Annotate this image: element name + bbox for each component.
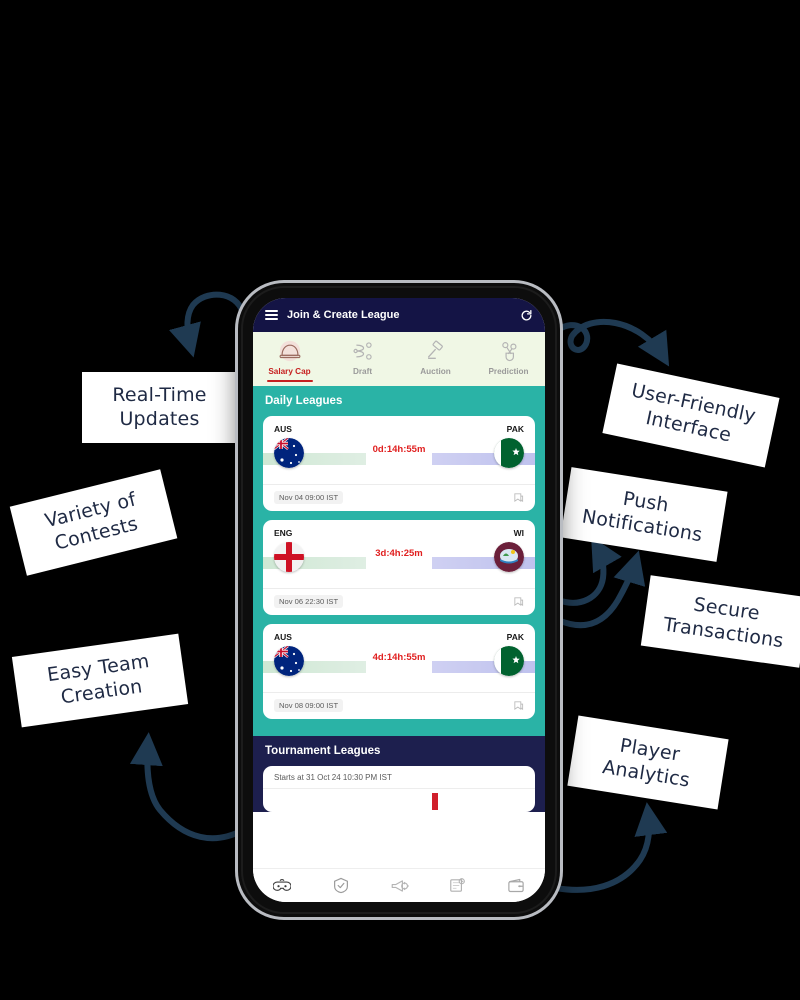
home-team: ENG: [274, 528, 336, 572]
match-datetime: Nov 04 09:00 IST: [274, 490, 344, 504]
match-card[interactable]: AUS: [263, 415, 535, 511]
match-footer: Nov 06 22:30 IST: [263, 587, 535, 615]
callout-easy-team-creation: Easy Team Creation: [11, 633, 189, 727]
match-card[interactable]: ENG 3d:4h:25m WI Nov 06 22:30 IST: [263, 519, 535, 615]
australia-flag: [274, 645, 304, 676]
progress-marker: [431, 792, 438, 810]
tab-label: Prediction: [488, 367, 529, 376]
match-countdown: 4d:14h:55m: [372, 651, 426, 663]
team-code: ENG: [274, 527, 293, 538]
callout-variety-of-contests: Variety of Contests: [9, 469, 178, 576]
save-icon[interactable]: [513, 596, 524, 607]
phone-mockup: Join & Create League Salary Cap Draft Au…: [238, 283, 560, 917]
match-datetime: Nov 08 09:00 IST: [274, 698, 344, 712]
team-code: AUS: [274, 423, 292, 434]
nav-promotions[interactable]: [370, 878, 428, 894]
save-icon[interactable]: [513, 700, 524, 711]
arrow-easy-team-creation: [129, 732, 246, 842]
tab-prediction[interactable]: Prediction: [472, 338, 545, 384]
callout-player-analytics: Player Analytics: [567, 715, 729, 810]
match-footer: Nov 04 09:00 IST: [263, 483, 535, 511]
arrow-player-analytics: [553, 802, 668, 893]
phone-screen: Join & Create League Salary Cap Draft Au…: [253, 298, 545, 902]
daily-leagues-title: Daily Leagues: [265, 394, 343, 407]
arrow-real-time-updates: [169, 291, 246, 358]
app-bar: Join & Create League: [253, 298, 545, 332]
match-datetime: Nov 06 22:30 IST: [274, 594, 344, 608]
poster-canvas: Real-Time Updates Variety of Contests Ea…: [0, 0, 800, 1000]
scoreboard-icon: [450, 878, 465, 892]
save-icon[interactable]: [513, 492, 524, 503]
tournament-card-body: [263, 787, 535, 810]
westindies-flag: [494, 541, 524, 572]
pakistan-flag: [494, 645, 524, 676]
tab-draft[interactable]: Draft: [326, 338, 399, 384]
callout-user-friendly-interface: User-Friendly Interface: [602, 363, 780, 468]
callout-secure-transactions: Secure Transactions: [640, 575, 800, 668]
match-teams: AUS: [263, 424, 535, 484]
tab-label: Salary Cap: [268, 367, 311, 376]
tab-label: Draft: [352, 367, 373, 376]
draft-icon: [351, 338, 375, 364]
gavel-icon: [424, 338, 448, 364]
home-team: AUS: [274, 424, 336, 468]
away-team: WI: [462, 528, 524, 572]
home-team: AUS: [274, 632, 336, 676]
tab-auction[interactable]: Auction: [399, 338, 472, 384]
match-countdown: 0d:14h:55m: [372, 443, 426, 455]
callout-real-time-updates: Real-Time Updates: [82, 372, 237, 443]
scissors-icon: [497, 338, 521, 364]
team-code: PAK: [506, 423, 524, 434]
mode-tabs: Salary Cap Draft Auction Prediction: [253, 332, 545, 386]
arrow-user-friendly-interface: [555, 318, 670, 367]
england-flag: [274, 541, 304, 572]
nav-secure[interactable]: [311, 877, 369, 894]
tab-salary-cap[interactable]: Salary Cap: [253, 338, 326, 384]
tournament-start-time: Starts at 31 Oct 24 10:30 PM IST: [274, 772, 392, 782]
tournament-leagues-section: Tournament Leagues Starts at 31 Oct 24 1…: [253, 735, 545, 812]
megaphone-icon: [391, 879, 409, 892]
hamburger-menu-icon[interactable]: [265, 310, 278, 320]
match-footer: Nov 08 09:00 IST: [263, 691, 535, 719]
callout-push-notifications: Push Notifications: [560, 467, 728, 562]
nav-wallet[interactable]: [487, 878, 545, 893]
cap-icon: [277, 338, 303, 364]
arrow-push-notifications: [555, 536, 622, 606]
match-countdown: 3d:4h:25m: [375, 547, 423, 559]
tournament-card[interactable]: Starts at 31 Oct 24 10:30 PM IST: [263, 765, 535, 812]
nav-play[interactable]: [253, 878, 311, 893]
team-code: AUS: [274, 631, 292, 642]
bottom-navigation: [253, 868, 545, 902]
match-teams: AUS: [263, 632, 535, 692]
away-team: PAK: [462, 632, 524, 676]
pakistan-flag: [494, 437, 524, 468]
wallet-icon: [508, 878, 524, 893]
team-code: PAK: [506, 631, 524, 642]
game-controller-icon: [273, 879, 292, 891]
tournament-leagues-title: Tournament Leagues: [265, 744, 381, 757]
match-card[interactable]: AUS: [263, 623, 535, 719]
tab-active-underline: [266, 380, 313, 382]
arrow-secure-transactions: [555, 550, 646, 629]
match-teams: ENG 3d:4h:25m WI: [263, 528, 535, 588]
shield-check-icon: [333, 877, 348, 894]
away-team: PAK: [462, 424, 524, 468]
nav-scores[interactable]: [428, 877, 486, 894]
team-code: WI: [513, 527, 524, 538]
australia-flag: [274, 437, 304, 468]
app-bar-title: Join & Create League: [287, 309, 400, 321]
daily-leagues-section: Daily Leagues AUS 0d:14h:55m PAK Nov 04 …: [253, 385, 545, 736]
tab-label: Auction: [420, 367, 451, 376]
refresh-icon[interactable]: [520, 309, 533, 322]
